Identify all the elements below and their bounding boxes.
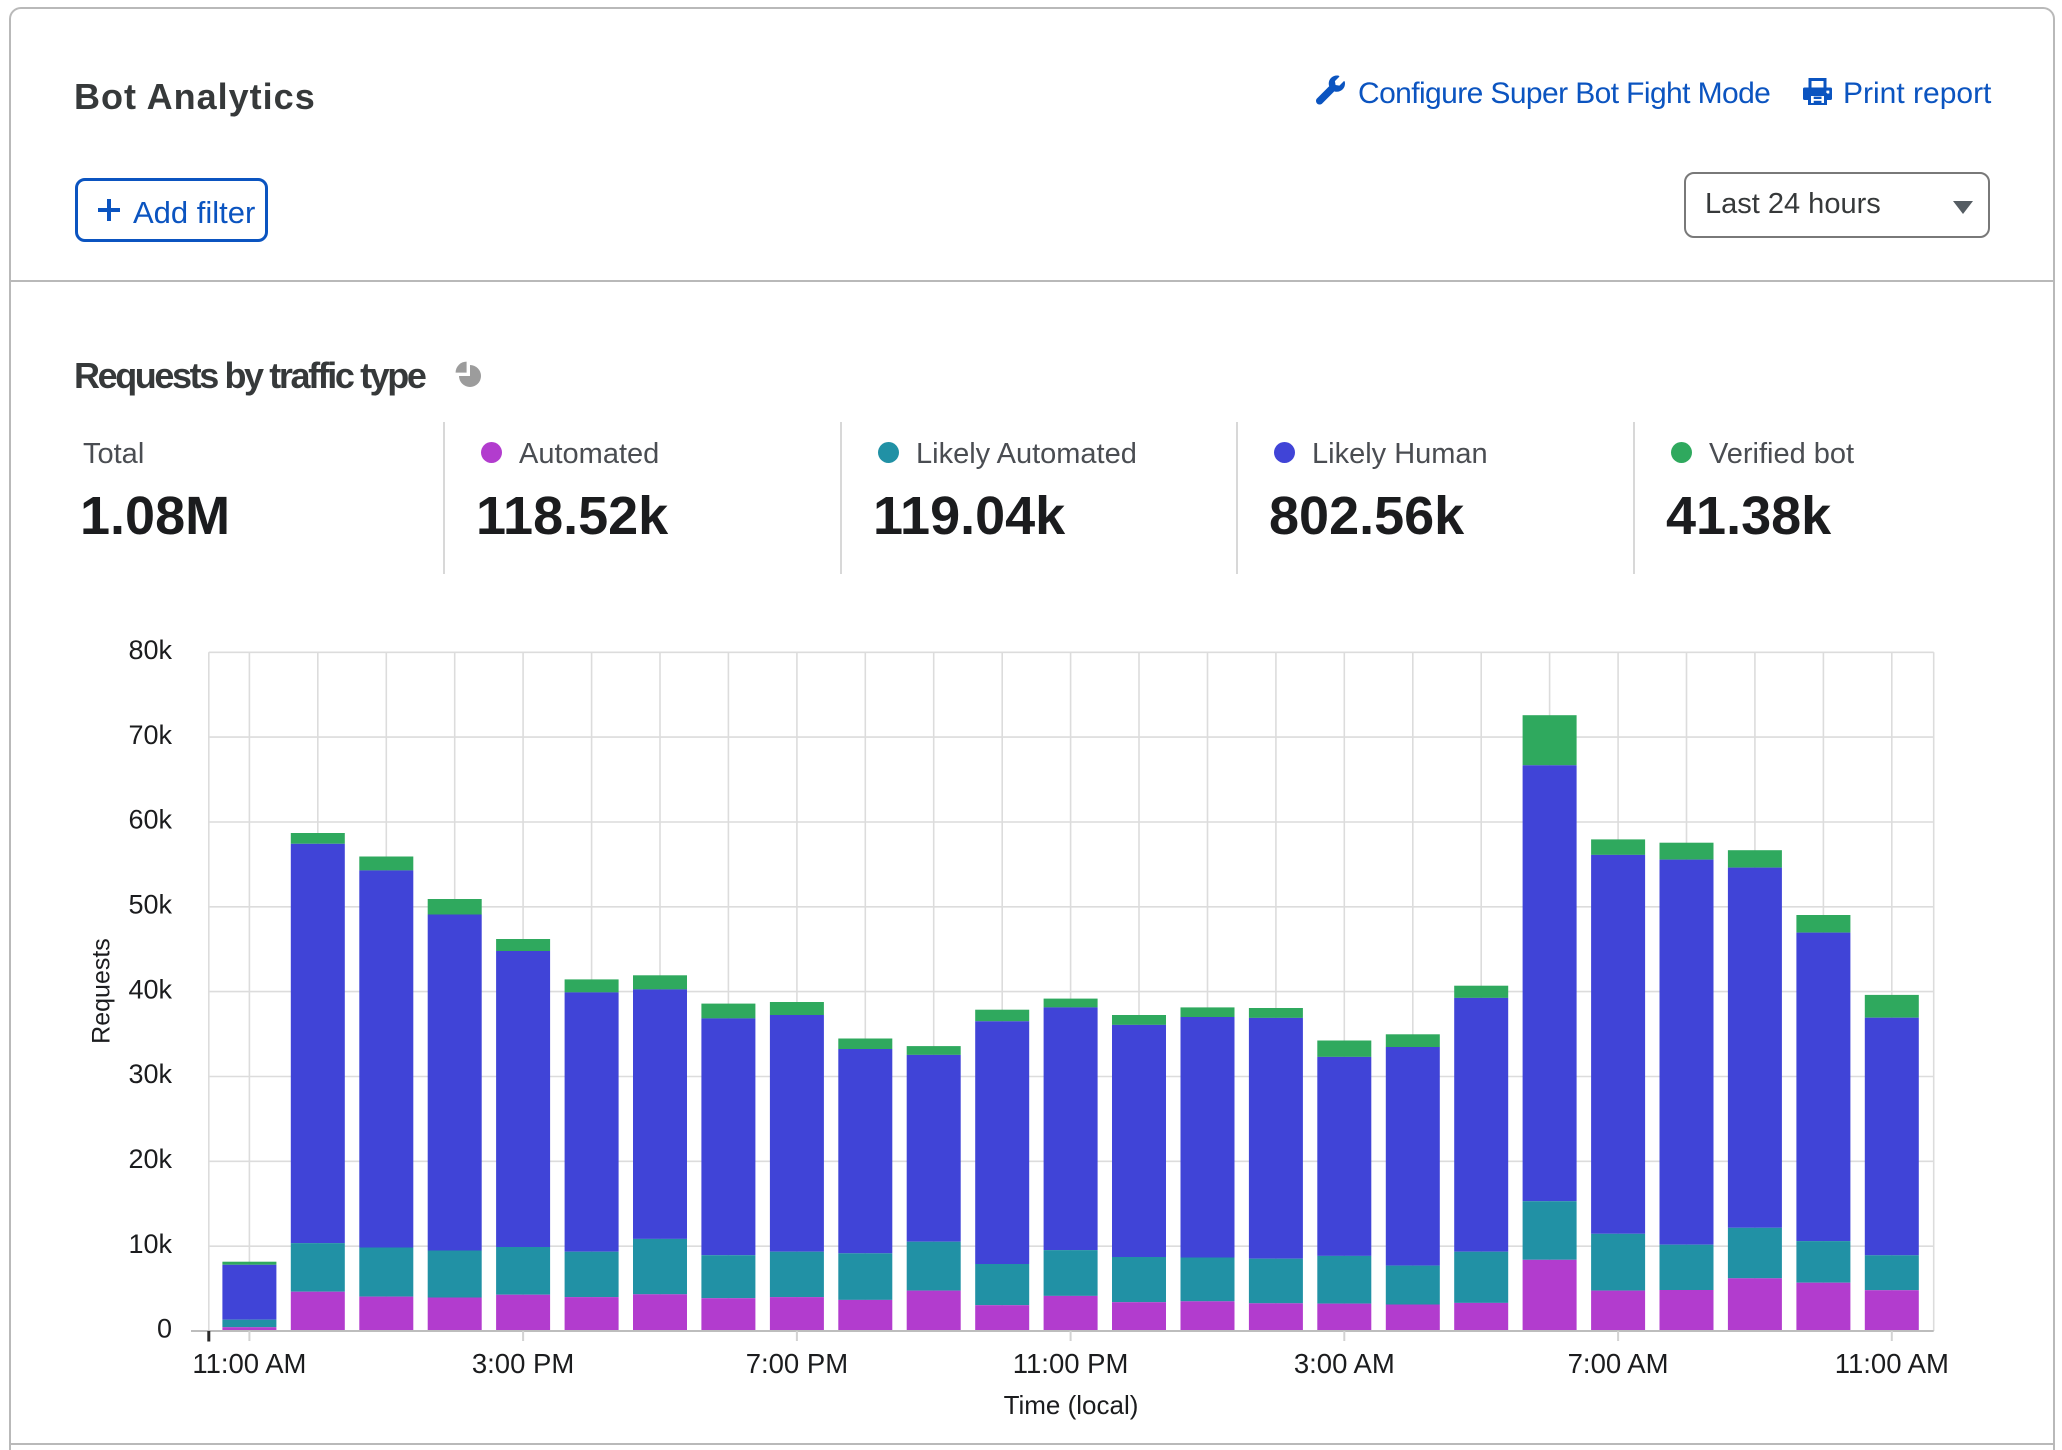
svg-text:3:00 AM: 3:00 AM — [1294, 1348, 1395, 1379]
svg-text:50k: 50k — [128, 890, 172, 920]
svg-text:Time (local): Time (local) — [1004, 1390, 1139, 1420]
svg-text:11:00 AM: 11:00 AM — [192, 1348, 306, 1379]
svg-text:Requests: Requests — [88, 938, 116, 1044]
svg-text:0: 0 — [157, 1314, 172, 1344]
svg-text:20k: 20k — [128, 1144, 172, 1174]
svg-text:30k: 30k — [128, 1059, 172, 1089]
svg-text:60k: 60k — [128, 805, 172, 835]
svg-text:11:00 PM: 11:00 PM — [1013, 1348, 1129, 1379]
svg-text:40k: 40k — [128, 974, 172, 1004]
svg-text:7:00 PM: 7:00 PM — [746, 1348, 848, 1379]
svg-text:11:00 AM: 11:00 AM — [1835, 1348, 1949, 1379]
svg-text:70k: 70k — [128, 720, 172, 750]
svg-text:80k: 80k — [128, 635, 172, 665]
svg-text:10k: 10k — [128, 1229, 172, 1259]
svg-text:7:00 AM: 7:00 AM — [1568, 1348, 1669, 1379]
svg-text:3:00 PM: 3:00 PM — [472, 1348, 574, 1379]
